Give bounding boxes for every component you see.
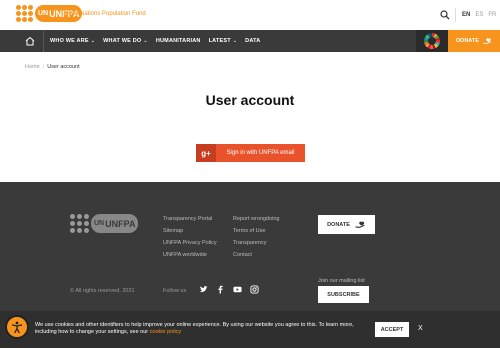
footer-link-worldwide[interactable]: UNFPA worldwide <box>163 252 217 258</box>
breadcrumb-separator: / <box>42 64 45 70</box>
youtube-icon[interactable] <box>233 285 242 294</box>
footer-donate-button[interactable]: DONATE <box>318 215 375 234</box>
footer-logo-badge: UN UNFPA <box>91 214 139 233</box>
nav-item-humanitarian[interactable]: HUMANITARIAN <box>156 38 201 44</box>
donate-button[interactable]: DONATE <box>448 30 500 52</box>
nav-item-what-we-do[interactable]: WHAT WE DO ⌄ <box>103 38 148 44</box>
chevron-down-icon: ⌄ <box>90 38 96 44</box>
nav-items: WHO WE ARE ⌄ WHAT WE DO ⌄ HUMANITARIAN LAT… <box>50 30 260 52</box>
header-divider <box>455 8 456 22</box>
chevron-down-icon: ⌄ <box>143 38 148 44</box>
footer-logo-dots <box>70 214 89 233</box>
social-links <box>199 285 259 294</box>
follow-us-label: Follow us <box>163 288 187 294</box>
twitter-icon[interactable] <box>199 285 208 294</box>
breadcrumb-current: User account <box>47 64 80 70</box>
top-header: UN UNFPA United Nations Population Fund E… <box>0 0 500 30</box>
chevron-down-icon: ⌄ <box>232 38 238 44</box>
instagram-icon[interactable] <box>250 285 259 294</box>
subscribe-button[interactable]: SUBSCRIBE <box>318 286 369 303</box>
lang-fr[interactable]: FR <box>488 12 496 18</box>
nav-item-latest[interactable]: LATEST ⌄ <box>209 38 238 44</box>
footer-links-col2: Report wrongdoing Terms of Use Transpare… <box>233 216 279 258</box>
language-switcher: EN ES FR <box>462 12 496 18</box>
cookie-message: We use cookies and other identifiers to … <box>35 322 354 335</box>
google-plus-icon: g+ <box>196 144 216 162</box>
footer-link-contact[interactable]: Contact <box>233 252 279 258</box>
cookie-policy-link[interactable]: cookie policy <box>150 329 182 335</box>
lang-es[interactable]: ES <box>475 12 483 18</box>
copyright: © All rights reserved. 2021 <box>70 288 135 294</box>
nav-divider <box>43 30 44 52</box>
cookie-close-icon[interactable]: X <box>418 325 423 332</box>
nav-item-who-we-are[interactable]: WHO WE ARE ⌄ <box>50 38 95 44</box>
footer-logo[interactable]: UN UNFPA <box>70 214 139 233</box>
org-name: United Nations Population Fund <box>61 11 146 17</box>
footer-link-privacy-policy[interactable]: UNFPA Privacy Policy <box>163 240 217 246</box>
logo-dots <box>16 5 33 22</box>
breadcrumb-home[interactable]: Home <box>25 64 40 70</box>
footer-link-sitemap[interactable]: Sitemap <box>163 228 217 234</box>
footer-link-transparency-portal[interactable]: Transparency Portal <box>163 216 217 222</box>
search-icon[interactable] <box>440 10 450 20</box>
mailing-list-label: Join our mailing list <box>318 278 365 284</box>
hand-heart-icon <box>482 38 492 44</box>
cookie-accept-button[interactable]: ACCEPT <box>375 322 409 337</box>
signin-label: Sign in with UNFPA email <box>226 150 295 156</box>
cookie-banner: We use cookies and other identifiers to … <box>0 311 500 348</box>
footer-link-transparency[interactable]: Transparency <box>233 240 279 246</box>
hand-heart-icon <box>355 221 365 228</box>
footer-link-terms[interactable]: Terms of Use <box>233 228 279 234</box>
breadcrumb: Home / User account <box>25 64 80 70</box>
sdg-wheel-icon <box>424 33 440 49</box>
lang-en[interactable]: EN <box>462 12 470 18</box>
accessibility-icon[interactable] <box>5 315 29 339</box>
google-signin-button[interactable]: g+ Sign in with UNFPA email <box>196 144 305 162</box>
home-icon[interactable] <box>24 35 36 47</box>
footer-link-report-wrongdoing[interactable]: Report wrongdoing <box>233 216 279 222</box>
facebook-icon[interactable] <box>216 285 225 294</box>
footer-links-col1: Transparency Portal Sitemap UNFPA Privac… <box>163 216 217 258</box>
sdg-link[interactable] <box>416 30 448 52</box>
nav-item-data[interactable]: DATA <box>245 38 260 44</box>
accessibility-figure-icon <box>11 321 23 334</box>
page-title: User account <box>205 92 295 108</box>
